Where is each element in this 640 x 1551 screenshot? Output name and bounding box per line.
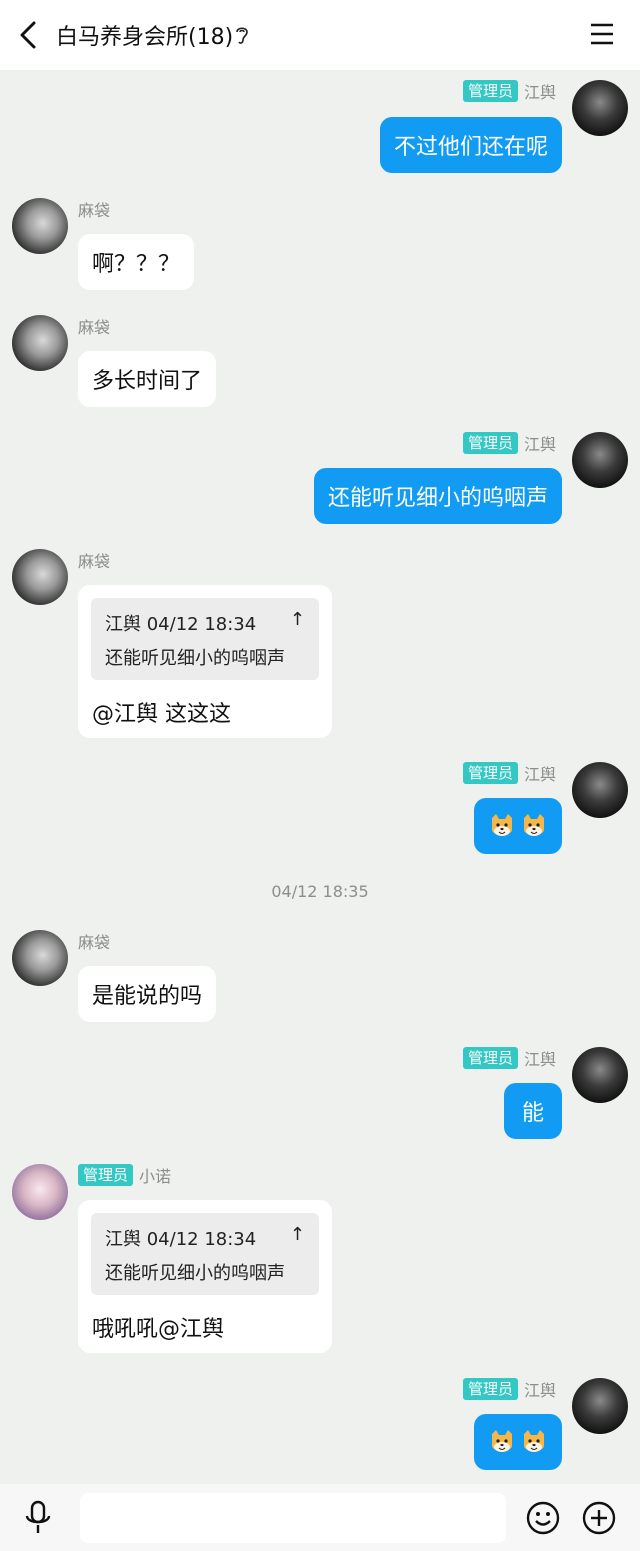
message-bubble[interactable]: 多长时间了 (78, 351, 217, 407)
sender-row: 管理员 江舆 (462, 432, 556, 454)
avatar[interactable] (572, 432, 628, 488)
sender-name: 江舆 (523, 1381, 556, 1400)
avatar[interactable] (12, 198, 68, 254)
sender-name: 小诺 (139, 1167, 172, 1186)
message-bubble[interactable]: 是能说的吗 (78, 966, 217, 1022)
sender-row: 麻袋 (78, 930, 110, 952)
admin-badge: 管理员 (462, 1047, 518, 1069)
quote-header: 江舆 04/12 18:34 (105, 614, 257, 635)
ear-icon (236, 27, 248, 44)
chat-title: 白马养身会所(18) (56, 25, 234, 50)
message-input[interactable] (80, 1493, 506, 1543)
plus-icon[interactable] (582, 1501, 616, 1535)
message-bubble[interactable]: 啊？？？ (78, 234, 195, 290)
message-bubble[interactable]: 还能听见细小的呜咽声 (313, 468, 562, 524)
sender-row: 管理员 江舆 (462, 80, 556, 102)
avatar[interactable] (572, 1378, 628, 1434)
sender-name: 麻袋 (78, 552, 111, 571)
reply-text: 哦吼吼@江舆 (92, 1317, 225, 1342)
admin-badge: 管理员 (462, 1378, 518, 1400)
menu-icon[interactable] (590, 22, 614, 46)
reply-text: @江舆 这这这 (92, 702, 231, 727)
dog-face-emoji-icon (492, 814, 512, 836)
avatar[interactable] (12, 930, 68, 986)
quoted-message[interactable]: 江舆 04/12 18:34 ↑ 还能听见细小的呜咽声 (91, 1213, 319, 1295)
emoji-bubble[interactable] (474, 798, 562, 854)
admin-badge: 管理员 (462, 432, 518, 454)
sender-name: 江舆 (523, 765, 556, 784)
emoji-bubble[interactable] (474, 1414, 562, 1470)
quote-jump-icon[interactable]: ↑ (290, 609, 305, 630)
avatar[interactable] (12, 1164, 68, 1220)
quoted-message[interactable]: 江舆 04/12 18:34 ↑ 还能听见细小的呜咽声 (91, 598, 319, 680)
quote-reply-bubble[interactable]: 江舆 04/12 18:34 ↑ 还能听见细小的呜咽声 @江舆 这这这 (78, 585, 332, 738)
input-bar (0, 1484, 640, 1551)
back-arrow-icon[interactable] (14, 19, 44, 51)
avatar[interactable] (572, 762, 628, 818)
sender-row: 管理员 江舆 (462, 1378, 556, 1400)
sender-row: 管理员 小诺 (78, 1164, 171, 1186)
quote-header: 江舆 04/12 18:34 (105, 1229, 257, 1250)
quote-text: 还能听见细小的呜咽声 (105, 648, 285, 669)
avatar[interactable] (12, 549, 68, 605)
sender-name: 麻袋 (78, 201, 111, 220)
sender-name: 麻袋 (78, 318, 111, 337)
sender-name: 江舆 (523, 1050, 556, 1069)
sender-name: 江舆 (523, 435, 556, 454)
microphone-icon[interactable] (24, 1500, 52, 1536)
sender-name: 江舆 (523, 83, 556, 102)
message-bubble[interactable]: 能 (503, 1083, 562, 1139)
avatar[interactable] (572, 80, 628, 136)
timestamp-divider: 04/12 18:35 (271, 882, 369, 901)
sender-name: 麻袋 (78, 933, 111, 952)
sender-row: 管理员 江舆 (462, 762, 556, 784)
dog-face-emoji-icon (524, 1430, 544, 1452)
dog-face-emoji-icon (492, 1430, 512, 1452)
dog-face-emoji-icon (524, 814, 544, 836)
smiley-icon[interactable] (526, 1501, 560, 1535)
sender-row: 管理员 江舆 (462, 1047, 556, 1069)
avatar[interactable] (572, 1047, 628, 1103)
chat-header: 白马养身会所(18) (0, 0, 640, 70)
sender-row: 麻袋 (78, 549, 110, 571)
quote-reply-bubble[interactable]: 江舆 04/12 18:34 ↑ 还能听见细小的呜咽声 哦吼吼@江舆 (78, 1200, 332, 1353)
message-bubble[interactable]: 不过他们还在呢 (379, 117, 562, 173)
quote-jump-icon[interactable]: ↑ (290, 1224, 305, 1245)
sender-row: 麻袋 (78, 315, 110, 337)
quote-text: 还能听见细小的呜咽声 (105, 1263, 285, 1284)
admin-badge: 管理员 (462, 762, 518, 784)
admin-badge: 管理员 (78, 1164, 134, 1186)
admin-badge: 管理员 (462, 80, 518, 102)
avatar[interactable] (12, 315, 68, 371)
sender-row: 麻袋 (78, 198, 110, 220)
